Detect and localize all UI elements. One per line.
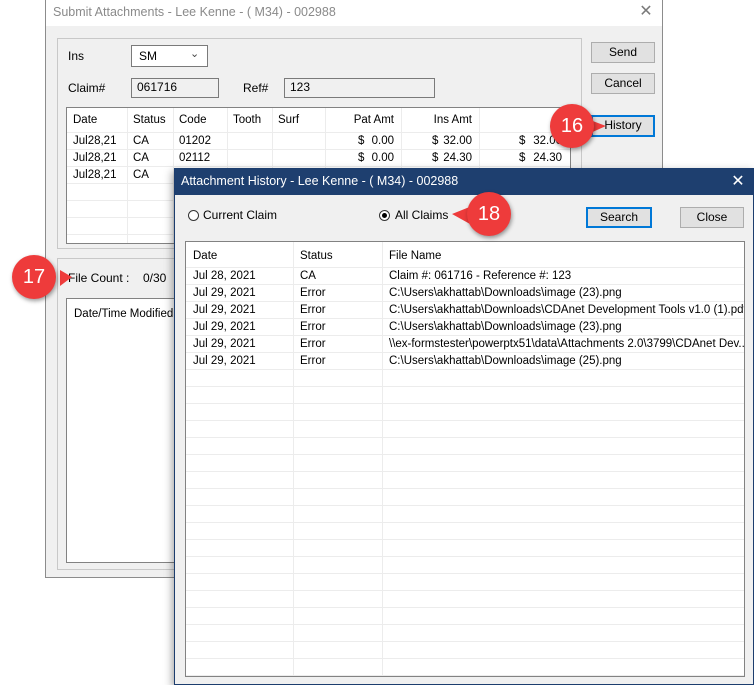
callout-arrows [60,120,606,286]
callout-16: 16 [550,104,594,148]
callout-18: 18 [467,192,511,236]
callout-17: 17 [12,255,56,299]
callout-17-pointer [60,270,72,286]
